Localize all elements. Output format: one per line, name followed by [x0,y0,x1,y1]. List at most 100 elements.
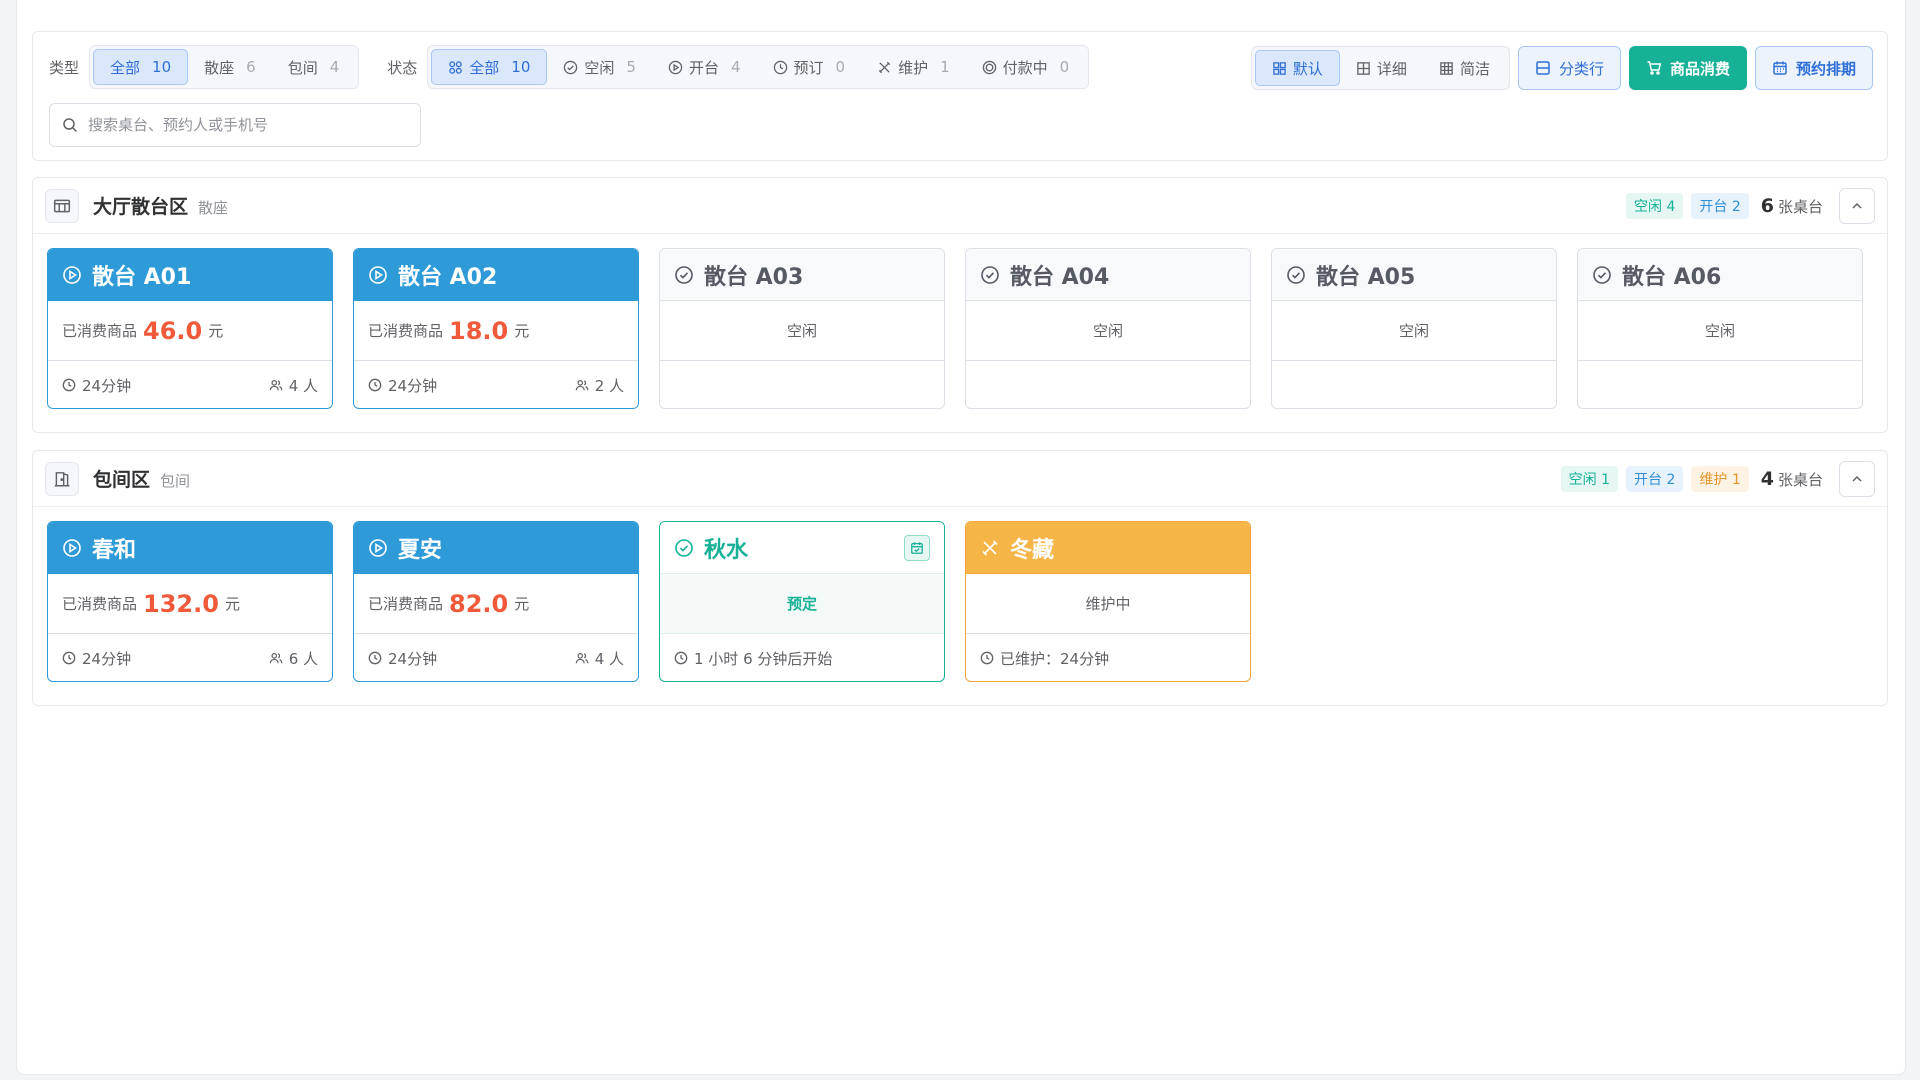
clock-icon [368,651,382,665]
area-hall: 大厅散台区 散座 空闲 4 开台 2 6 张桌台 散台 A01 已消费商品 46.… [32,177,1888,433]
view-detail[interactable]: 详细 [1340,50,1423,86]
table-card-a02[interactable]: 散台 A02 已消费商品 18.0 元 24分钟 2 人 [353,248,639,409]
right-toolbar: 默认 详细 简洁 分类行 商品消费 预约排期 [1250,46,1873,90]
check-circle-icon [1287,265,1305,284]
card-footer [966,361,1250,408]
filter-row: 类型 全部 10 散座 6 包间 4 状态 全部 10 空闲 5 开台 4 预订 0 [49,45,1090,89]
search-box[interactable] [49,103,421,147]
booking-start-time: 1 小时 6 分钟后开始 [694,649,833,668]
people-count-text: 4 人 [594,649,624,668]
booking-calendar-button[interactable] [904,534,930,561]
type-filter-room-label: 包间 [287,58,318,77]
card-footer: 24分钟 6 人 [48,634,332,681]
card-header: 秋水 [660,522,944,574]
card-status: 空闲 [1578,301,1862,361]
status-text: 空闲 [1704,322,1735,340]
clock-icon [773,60,787,74]
status-filter-all[interactable]: 全部 10 [431,49,548,85]
card-header: 散台 A03 [660,249,944,301]
consumed-amount: 18.0 [449,316,509,345]
collapse-button[interactable] [1839,187,1875,224]
booking-schedule-button[interactable]: 预约排期 [1754,46,1873,90]
clock-icon [62,651,76,665]
booking-schedule-label: 预约排期 [1795,59,1856,78]
people-count: 2 人 [575,375,624,396]
clock-icon [368,378,382,392]
tools-icon [878,61,891,73]
area-hall-type: 散座 [198,198,229,217]
status-text: 空闲 [786,322,817,340]
open-count-tag: 开台 2 [1691,192,1749,219]
play-circle-icon [668,60,683,74]
view-default[interactable]: 默认 [1254,50,1340,86]
status-text: 维护中 [1085,595,1131,613]
check-circle-icon [564,60,578,74]
table-name: 散台 A03 [704,264,804,290]
status-filter-paying[interactable]: 付款中 0 [966,49,1086,85]
card-consumption: 已消费商品 46.0 元 [48,301,332,361]
consumed-label: 已消费商品 [62,595,138,613]
status-text: 空闲 [1092,322,1123,340]
status-filter-paying-label: 付款中 [1002,58,1048,77]
table-count-number: 6 [1760,194,1774,217]
table-card-a01[interactable]: 散台 A01 已消费商品 46.0 元 24分钟 4 人 [47,248,333,409]
card-header: 散台 A04 [966,249,1250,301]
area-rooms-header: 包间区 包间 空闲 1 开台 2 维护 1 4 张桌台 [33,451,1887,507]
type-filter-all-label: 全部 [110,58,141,77]
open-duration: 24分钟 [82,376,132,395]
group-rows-label: 分类行 [1558,59,1604,78]
status-filter-idle[interactable]: 空闲 5 [547,49,652,85]
card-footer [660,361,944,408]
card-header: 夏安 [354,522,638,574]
card-header: 散台 A05 [1272,249,1556,301]
table-count: 4 张桌台 [1761,468,1823,490]
currency-unit: 元 [514,595,530,613]
table-name: 散台 A02 [398,264,498,290]
collapse-button[interactable] [1839,460,1875,497]
table-card-a06[interactable]: 散台 A06 空闲 [1577,248,1863,409]
consume-goods-button[interactable]: 商品消费 [1628,46,1747,90]
type-filter-room-count: 4 [329,58,340,76]
search-input[interactable] [88,116,408,134]
table-card-qiushui[interactable]: 秋水 预定 1 小时 6 分钟后开始 [659,521,945,682]
check-circle-icon [675,265,693,284]
status-filter-maintenance[interactable]: 维护 1 [861,49,966,85]
status-filter-all-label: 全部 [469,58,500,77]
table-card-a03[interactable]: 散台 A03 空闲 [659,248,945,409]
consume-goods-label: 商品消费 [1669,59,1730,78]
open-count-tag: 开台 2 [1626,465,1684,492]
type-filter-seat[interactable]: 散座 6 [188,49,272,85]
table-card-a04[interactable]: 散台 A04 空闲 [965,248,1251,409]
table-card-xiaan[interactable]: 夏安 已消费商品 82.0 元 24分钟 4 人 [353,521,639,682]
dashboard-icon [1273,61,1286,75]
area-hall-summary: 空闲 4 开台 2 6 张桌台 [1626,187,1875,224]
type-filter-room[interactable]: 包间 4 [272,49,356,85]
table-card-chunhe[interactable]: 春和 已消费商品 132.0 元 24分钟 6 人 [47,521,333,682]
check-circle-icon [981,265,999,284]
check-circle-icon [675,538,693,557]
table-card-a05[interactable]: 散台 A05 空闲 [1271,248,1557,409]
status-filter-booked[interactable]: 预订 0 [757,49,862,85]
table-name: 春和 [92,537,137,563]
table-card-dongcang[interactable]: 冬藏 维护中 已维护：24分钟 [965,521,1251,682]
status-filter-idle-label: 空闲 [584,58,615,77]
people-count-text: 2 人 [594,376,624,395]
card-header: 散台 A02 [354,249,638,301]
type-filter-seat-label: 散座 [204,58,235,77]
consumed-label: 已消费商品 [62,322,138,340]
chevron-up-icon [1852,202,1862,209]
users-icon [575,653,588,664]
card-status: 空闲 [660,301,944,361]
table-name: 散台 A05 [1316,264,1416,290]
play-circle-icon [369,538,387,557]
card-footer: 24分钟 4 人 [354,634,638,681]
card-consumption: 已消费商品 132.0 元 [48,574,332,634]
status-filter-open[interactable]: 开台 4 [652,49,757,85]
group-rows-button[interactable]: 分类行 [1517,46,1621,90]
status-filter-all-count: 10 [511,58,531,76]
type-filter-all[interactable]: 全部 10 [93,49,189,85]
area-rooms-name: 包间区 [93,469,151,491]
people-count: 6 人 [269,648,318,669]
view-simple[interactable]: 简洁 [1423,50,1506,86]
status-filter-idle-count: 5 [626,58,636,76]
